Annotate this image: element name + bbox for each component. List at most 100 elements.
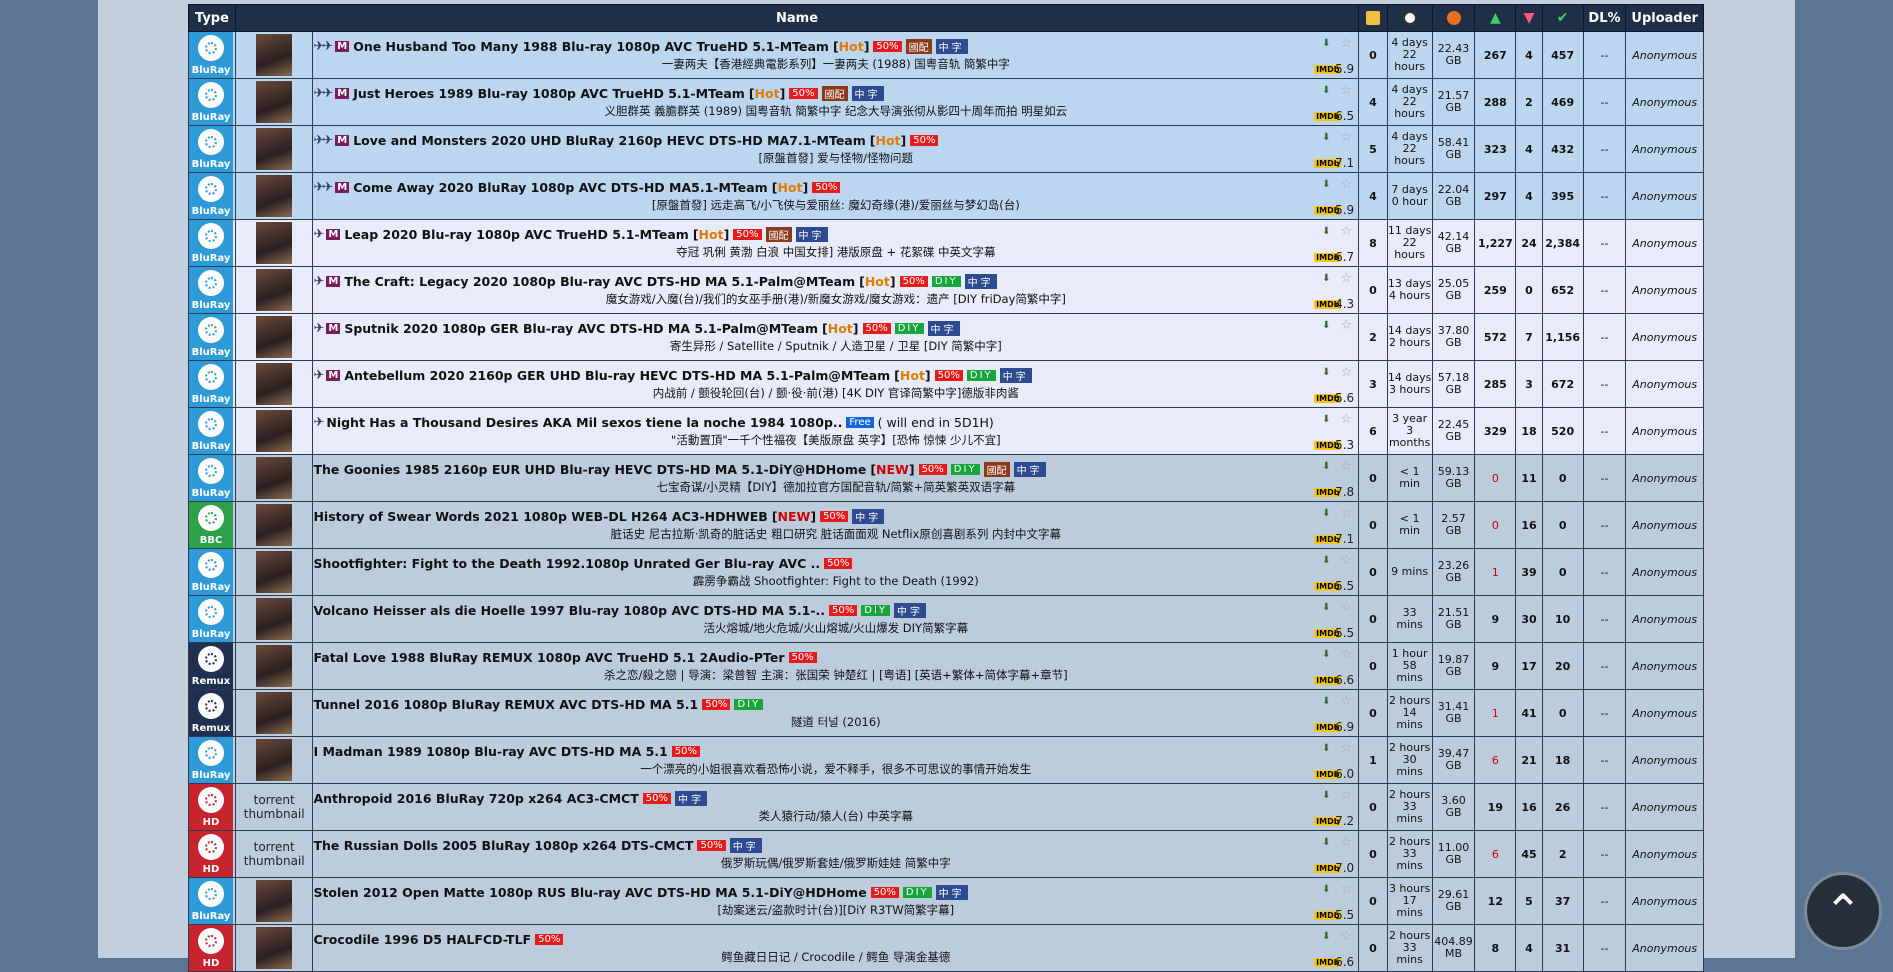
bookmark-star-icon[interactable]: ☆ <box>1341 835 1353 850</box>
download-icon[interactable]: ⬇ <box>1322 649 1330 660</box>
category-icon[interactable]: HD <box>189 925 233 971</box>
completed-count[interactable]: 26 <box>1541 783 1584 831</box>
comments-count[interactable]: 0 <box>1358 595 1388 643</box>
thumbnail[interactable] <box>256 316 293 358</box>
torrent-title-link[interactable]: I Madman 1989 1080p Blu-ray AVC DTS-HD M… <box>313 744 667 759</box>
seeders-count[interactable]: 9 <box>1474 642 1517 690</box>
comments-count[interactable]: 0 <box>1358 266 1388 314</box>
download-icon[interactable]: ⬇ <box>1322 696 1330 707</box>
thumbnail[interactable] <box>256 222 293 264</box>
back-to-top-button[interactable]: ⌃ <box>1804 872 1882 950</box>
thumbnail[interactable] <box>256 927 293 969</box>
bookmark-star-icon[interactable]: ☆ <box>1341 600 1353 615</box>
bookmark-star-icon[interactable]: ☆ <box>1341 271 1353 286</box>
seeders-count[interactable]: 0 <box>1474 454 1517 502</box>
leechers-count[interactable]: 4 <box>1515 125 1543 173</box>
torrent-title-link[interactable]: Anthropoid 2016 BluRay 720p x264 AC3-CMC… <box>313 791 638 806</box>
comments-count[interactable]: 0 <box>1358 877 1388 925</box>
category-icon[interactable]: HD <box>189 831 233 877</box>
completed-count[interactable]: 20 <box>1541 642 1584 690</box>
download-icon[interactable]: ⬇ <box>1322 931 1330 942</box>
download-icon[interactable]: ⬇ <box>1322 602 1330 613</box>
completed-count[interactable]: 10 <box>1541 595 1584 643</box>
completed-count[interactable]: 457 <box>1541 31 1584 79</box>
leechers-count[interactable]: 7 <box>1515 313 1543 361</box>
type-cell[interactable]: BBC <box>188 501 236 549</box>
download-icon[interactable]: ⬇ <box>1322 38 1330 49</box>
type-cell[interactable]: Remux <box>188 689 236 737</box>
completed-count[interactable]: 1,156 <box>1541 313 1584 361</box>
col-comments[interactable] <box>1358 4 1388 32</box>
download-icon[interactable]: ⬇ <box>1322 179 1330 190</box>
torrent-title-link[interactable]: Volcano Heisser als die Hoelle 1997 Blu-… <box>313 603 825 618</box>
download-icon[interactable]: ⬇ <box>1322 461 1330 472</box>
comments-count[interactable]: 0 <box>1358 454 1388 502</box>
bookmark-star-icon[interactable]: ☆ <box>1341 318 1353 333</box>
download-icon[interactable]: ⬇ <box>1322 837 1330 848</box>
download-icon[interactable]: ⬇ <box>1322 743 1330 754</box>
type-cell[interactable]: BluRay <box>188 454 236 502</box>
bookmark-star-icon[interactable]: ☆ <box>1341 36 1353 51</box>
category-icon[interactable]: BluRay <box>189 549 233 595</box>
seeders-count[interactable]: 1 <box>1474 548 1517 596</box>
download-icon[interactable]: ⬇ <box>1322 884 1330 895</box>
download-icon[interactable]: ⬇ <box>1322 414 1330 425</box>
thumbnail[interactable] <box>256 363 293 405</box>
leechers-count[interactable]: 24 <box>1515 219 1543 267</box>
thumbnail[interactable] <box>256 692 293 734</box>
category-icon[interactable]: BluRay <box>189 126 233 172</box>
type-cell[interactable]: BluRay <box>188 172 236 220</box>
category-icon[interactable]: BBC <box>189 502 233 548</box>
col-dl-percent[interactable]: DL% <box>1582 4 1627 32</box>
thumbnail[interactable] <box>256 504 293 546</box>
torrent-title-link[interactable]: Night Has a Thousand Desires AKA Mil sex… <box>326 415 842 430</box>
thumbnail[interactable] <box>256 739 293 781</box>
category-icon[interactable]: BluRay <box>189 596 233 642</box>
type-cell[interactable]: BluRay <box>188 125 236 173</box>
category-icon[interactable]: BluRay <box>189 408 233 454</box>
download-icon[interactable]: ⬇ <box>1322 85 1330 96</box>
category-icon[interactable]: BluRay <box>189 267 233 313</box>
category-icon[interactable]: BluRay <box>189 361 233 407</box>
type-cell[interactable]: BluRay <box>188 78 236 126</box>
torrent-title-link[interactable]: History of Swear Words 2021 1080p WEB-DL… <box>313 509 767 524</box>
type-cell[interactable]: BluRay <box>188 736 236 784</box>
completed-count[interactable]: 672 <box>1541 360 1584 408</box>
category-icon[interactable]: BluRay <box>189 173 233 219</box>
type-cell[interactable]: BluRay <box>188 548 236 596</box>
thumbnail[interactable] <box>256 269 293 311</box>
col-name[interactable]: Name <box>234 4 1360 32</box>
thumbnail[interactable] <box>256 175 293 217</box>
category-icon[interactable]: BluRay <box>189 79 233 125</box>
bookmark-star-icon[interactable]: ☆ <box>1341 506 1353 521</box>
completed-count[interactable]: 469 <box>1541 78 1584 126</box>
download-icon[interactable]: ⬇ <box>1322 790 1330 801</box>
seeders-count[interactable]: 1 <box>1474 689 1517 737</box>
leechers-count[interactable]: 45 <box>1515 830 1543 878</box>
seeders-count[interactable]: 19 <box>1474 783 1517 831</box>
seeders-count[interactable]: 329 <box>1474 407 1517 455</box>
seeders-count[interactable]: 323 <box>1474 125 1517 173</box>
leechers-count[interactable]: 4 <box>1515 172 1543 220</box>
torrent-title-link[interactable]: Sputnik 2020 1080p GER Blu-ray AVC DTS-H… <box>344 321 818 336</box>
type-cell[interactable]: HD <box>188 830 236 878</box>
completed-count[interactable]: 0 <box>1541 548 1584 596</box>
comments-count[interactable]: 1 <box>1358 736 1388 784</box>
completed-count[interactable]: 2 <box>1541 830 1584 878</box>
completed-count[interactable]: 0 <box>1541 454 1584 502</box>
leechers-count[interactable]: 39 <box>1515 548 1543 596</box>
seeders-count[interactable]: 6 <box>1474 736 1517 784</box>
category-icon[interactable]: BluRay <box>189 878 233 924</box>
type-cell[interactable]: BluRay <box>188 219 236 267</box>
torrent-title-link[interactable]: Love and Monsters 2020 UHD BluRay 2160p … <box>353 133 866 148</box>
completed-count[interactable]: 432 <box>1541 125 1584 173</box>
torrent-title-link[interactable]: The Craft: Legacy 2020 1080p Blu-ray AVC… <box>344 274 855 289</box>
seeders-count[interactable]: 572 <box>1474 313 1517 361</box>
comments-count[interactable]: 5 <box>1358 125 1388 173</box>
leechers-count[interactable]: 41 <box>1515 689 1543 737</box>
completed-count[interactable]: 18 <box>1541 736 1584 784</box>
thumbnail[interactable] <box>256 880 293 922</box>
comments-count[interactable]: 0 <box>1358 31 1388 79</box>
thumbnail[interactable] <box>256 34 293 76</box>
seeders-count[interactable]: 297 <box>1474 172 1517 220</box>
